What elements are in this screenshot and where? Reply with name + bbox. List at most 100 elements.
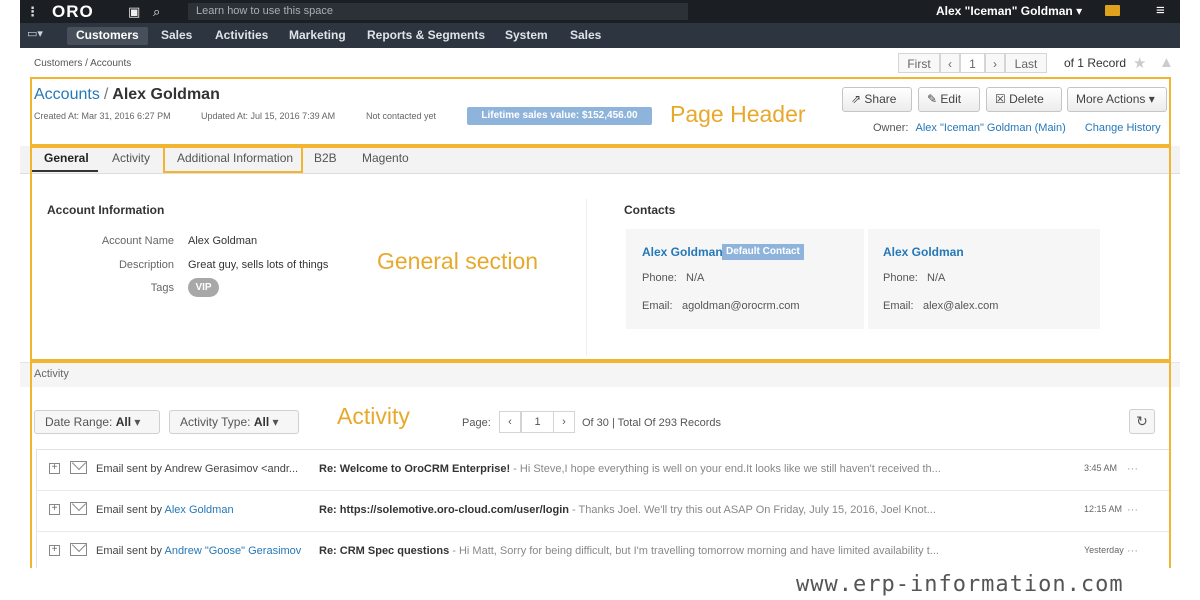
description-value: Great guy, sells lots of things — [188, 259, 329, 271]
activity-next-page[interactable]: › — [553, 411, 575, 433]
owner-line: Owner: Alex "Iceman" Goldman (Main) Chan… — [873, 122, 1161, 134]
sender-link[interactable]: Andrew "Goose" Gerasimov — [164, 545, 301, 557]
date-range-label: Date Range: — [45, 415, 113, 429]
prev-page-button[interactable]: ‹ — [940, 53, 960, 73]
email-subject-title: Re: CRM Spec questions — [319, 545, 450, 557]
next-page-button[interactable]: › — [985, 53, 1005, 73]
mail-icon[interactable] — [1105, 5, 1120, 16]
delete-button[interactable]: ☒ Delete — [986, 87, 1062, 112]
contact-email-link[interactable]: agoldman@orocrm.com — [682, 300, 800, 312]
nav-system[interactable]: System — [496, 27, 557, 45]
refresh-icon[interactable]: ↻ — [1129, 409, 1155, 434]
more-actions-button[interactable]: More Actions ▾ — [1067, 87, 1167, 112]
email-subject-title: Re: https://solemotive.oro-cloud.com/use… — [319, 504, 569, 516]
main-navigation: ▭▾ Customers Sales Activities Marketing … — [20, 23, 1180, 48]
vip-tag[interactable]: VIP — [188, 278, 219, 297]
email-snippet: - Thanks Joel. We'll try this out ASAP O… — [568, 504, 936, 516]
contact-phone-label: Phone: — [642, 272, 677, 284]
account-name-label: Account Name — [101, 235, 174, 247]
row-actions-icon[interactable]: ··· — [1127, 545, 1138, 557]
email-time: 12:15 AM — [1084, 504, 1123, 514]
tab-general[interactable]: General — [44, 151, 89, 165]
first-page-button[interactable]: First — [898, 53, 940, 73]
activity-row[interactable]: + Email sent by Andrew "Goose" Gerasimov… — [37, 532, 1170, 568]
updated-at: Updated At: Jul 15, 2016 7:39 AM — [201, 111, 336, 121]
share-button[interactable]: ⇗ Share — [842, 87, 912, 112]
owner-link[interactable]: Alex "Iceman" Goldman (Main) — [916, 122, 1066, 134]
row-actions-icon[interactable]: ··· — [1127, 504, 1138, 516]
created-at: Created At: Mar 31, 2016 6:27 PM — [34, 111, 171, 121]
activity-type-value: All — [253, 415, 270, 429]
activity-list: + Email sent by Andrew Gerasimov <andr..… — [36, 449, 1171, 568]
contact-phone: N/A — [686, 272, 705, 284]
account-information-title: Account Information — [47, 203, 165, 217]
bookmark-icon[interactable]: ▣ — [128, 4, 140, 20]
general-section-annotation: General section — [377, 248, 539, 274]
contact-email-link[interactable]: alex@alex.com — [923, 300, 998, 312]
user-menu[interactable]: Alex "Iceman" Goldman ▾ — [936, 4, 1082, 18]
row-actions-icon[interactable]: ··· — [1127, 463, 1138, 475]
top-bar: ⋮ ORO ▣ ⌕ Learn how to use this space Al… — [20, 0, 1180, 23]
record-count: of 1 Record — [1063, 56, 1127, 70]
contact-name-link[interactable]: Alex Goldman — [883, 245, 964, 259]
expand-icon[interactable]: + — [49, 545, 60, 556]
email-subject[interactable]: Re: https://solemotive.oro-cloud.com/use… — [319, 504, 936, 516]
contacts-title: Contacts — [624, 203, 676, 217]
activity-prev-page[interactable]: ‹ — [499, 411, 521, 433]
activity-row[interactable]: + Email sent by Alex Goldman Re: https:/… — [37, 491, 1170, 532]
nav-activities[interactable]: Activities — [206, 27, 277, 45]
email-sent-by: Email sent by — [96, 504, 165, 516]
contact-phone: N/A — [927, 272, 946, 284]
email-time: 3:45 AM — [1084, 463, 1118, 473]
search-icon[interactable]: ⌕ — [153, 4, 160, 20]
title-separator: / — [103, 86, 109, 103]
search-input[interactable]: Learn how to use this space — [188, 3, 688, 20]
tab-additional-information[interactable]: Additional Information — [177, 151, 293, 165]
edit-button[interactable]: ✎ Edit — [918, 87, 980, 112]
email-subject[interactable]: Re: Welcome to OroCRM Enterprise! - Hi S… — [319, 463, 941, 475]
change-history-link[interactable]: Change History — [1085, 122, 1161, 134]
contact-email-label: Email: — [883, 300, 914, 312]
activity-annotation: Activity — [337, 403, 410, 429]
date-range-filter[interactable]: Date Range: All ▾ — [34, 410, 160, 434]
breadcrumb: Customers / Accounts — [34, 58, 132, 69]
activity-page-input[interactable]: 1 — [521, 411, 554, 433]
page-number[interactable]: 1 — [960, 53, 985, 73]
tab-activity[interactable]: Activity — [112, 151, 150, 165]
pin-icon[interactable]: ▲ — [1159, 54, 1174, 71]
default-contact-badge: Default Contact — [722, 244, 804, 260]
nav-marketing[interactable]: Marketing — [280, 27, 355, 45]
email-subject[interactable]: Re: CRM Spec questions - Hi Matt, Sorry … — [319, 545, 939, 557]
account-name-value: Alex Goldman — [188, 235, 258, 247]
nav-customers[interactable]: Customers — [67, 27, 148, 45]
site-watermark: www.erp-information.com — [796, 572, 1124, 597]
expand-icon[interactable]: + — [49, 463, 60, 474]
expand-icon[interactable]: + — [49, 504, 60, 515]
nav-reports-segments[interactable]: Reports & Segments — [358, 27, 494, 45]
contact-phone-label: Phone: — [883, 272, 918, 284]
accounts-link[interactable]: Accounts — [34, 86, 100, 103]
activity-type-label: Activity Type: — [180, 415, 251, 429]
tab-magento[interactable]: Magento — [362, 151, 409, 165]
favorite-star-icon[interactable]: ★ — [1133, 54, 1146, 72]
email-icon — [70, 461, 87, 474]
email-sender: Email sent by Andrew Gerasimov <andr... — [96, 463, 299, 475]
activity-type-filter[interactable]: Activity Type: All ▾ — [169, 410, 299, 434]
activity-strip — [20, 362, 1180, 387]
more-vertical-icon[interactable]: ⋮ — [26, 4, 39, 20]
nav-sales-secondary[interactable]: Sales — [561, 27, 610, 45]
sender-link[interactable]: Alex Goldman — [164, 504, 233, 516]
contact-name-link[interactable]: Alex Goldman — [642, 245, 723, 259]
email-icon — [70, 543, 87, 556]
date-range-value: All — [115, 415, 132, 429]
oro-logo[interactable]: ORO — [52, 2, 94, 22]
owner-label: Owner: — [873, 122, 909, 134]
dashboard-icon[interactable]: ▭▾ — [27, 27, 61, 44]
last-page-button[interactable]: Last — [1005, 53, 1047, 73]
active-tab-indicator — [32, 170, 98, 172]
activity-row[interactable]: + Email sent by Andrew Gerasimov <andr..… — [37, 450, 1170, 491]
tab-b2b[interactable]: B2B — [314, 151, 337, 165]
nav-sales[interactable]: Sales — [152, 27, 201, 45]
tags-label: Tags — [150, 282, 174, 294]
hamburger-menu-icon[interactable]: ≡ — [1156, 2, 1165, 19]
